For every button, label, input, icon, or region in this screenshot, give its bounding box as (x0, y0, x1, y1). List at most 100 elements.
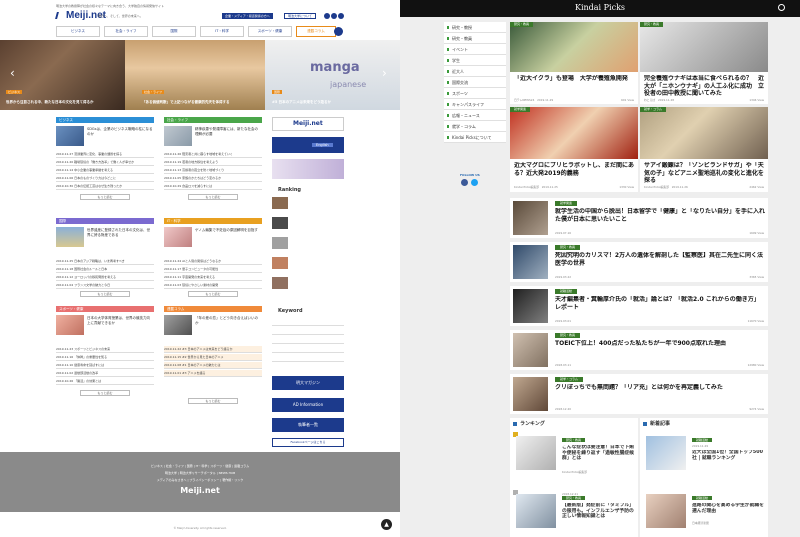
facebook-icon[interactable] (331, 13, 337, 19)
article-card[interactable]: 就学・コラム サアイ鍛錬は？「ゾンビランドサガ」や「天気の子」などアニメ聖地巡礼… (640, 107, 768, 192)
article-title[interactable]: こんな症状は要注意！日本で下痢や便秘を繰り返す「過敏性腸症候群」とは (562, 445, 634, 467)
article-image[interactable] (510, 22, 638, 72)
list-item[interactable]: 就学関連 就学生活の中国から脱出！日本留学で「健康」と「なりたい自分」を手に入れ… (510, 198, 768, 238)
article-image[interactable] (640, 107, 768, 159)
nav-item[interactable]: 国際交流 (444, 77, 506, 88)
list-item[interactable]: 2019.11.08 #1 日本のアニメの魅力とは (164, 362, 262, 369)
authors-button[interactable]: 執筆者一覧 (272, 418, 344, 432)
facebook-icon[interactable] (461, 179, 468, 186)
ad-info-button[interactable]: AD Information (272, 398, 344, 412)
article-thumb[interactable] (516, 436, 556, 470)
article-title[interactable]: 近大は全国1位！全国トップ500社 | 就職ランキング (692, 450, 764, 472)
list-item[interactable]: 2019.11.17 量子コンピュータの可能性 (164, 266, 262, 273)
article-image[interactable] (510, 107, 638, 159)
section-title[interactable]: SDGsは、企業のビジネス戦略の柱になるのか (87, 127, 153, 136)
article-thumb[interactable] (646, 494, 686, 528)
section-header[interactable]: スポーツ・健康 (56, 306, 154, 312)
section-title[interactable]: 精神疾患や発達障害には、新たな社会の理解が必要 (195, 127, 261, 136)
list-item[interactable]: 2019.10.26 「腸活」の効果とは (56, 378, 154, 385)
site-title[interactable]: Kindai Picks (400, 3, 800, 12)
ranking-thumb[interactable] (272, 257, 288, 269)
article-title[interactable]: 【最新版】発症前に「タミフル」の服用も。インフルエンザ予防の正しい情報知識とは (562, 503, 634, 525)
magazine-button[interactable]: 明大マガジン (272, 376, 344, 390)
section-header[interactable]: 国際 (56, 218, 154, 224)
category-label[interactable]: 研究・教員 (510, 22, 534, 27)
article-title[interactable]: 「近大イクラ」も登場 大学が養殖魚開発 (514, 75, 636, 91)
section-title[interactable]: 日本の大学体育授業は、世界の競技力向上に貢献できるか (87, 316, 153, 325)
category-label[interactable]: 研究・教員 (555, 245, 581, 250)
category-label[interactable]: 研究・教員 (640, 22, 664, 27)
nav-item[interactable]: 研究・教員 (444, 33, 506, 44)
list-item[interactable]: 2019.11.26 障害者と共に暮らす地域を考えていく (164, 151, 262, 158)
list-item[interactable]: 2019.11.19 若者の地方移住を考えよう (164, 159, 262, 166)
article-title[interactable]: 近大マグロにブリヒラボットし、まだ間にある？近大発2019的義務 (514, 162, 636, 184)
article-thumb[interactable] (513, 333, 548, 367)
scroll-top-icon[interactable]: ▲ (381, 519, 392, 530)
article-title[interactable]: TOEIC下位上！400点だった私たちが一年で900点取れた理由 (555, 340, 765, 356)
list-item[interactable]: 研究・教員 死因究明のカリスマ！2万人の遺体を解剖した【監察医】其在二先生に同く… (510, 242, 768, 282)
section-title[interactable]: ゲノム編集で不妊症の原因解明を目指す (195, 228, 261, 233)
category-label[interactable]: 就学関連 (510, 107, 531, 112)
article-thumb[interactable] (513, 245, 548, 279)
ranking-thumb[interactable] (272, 237, 288, 249)
category-label[interactable]: 研究・教員 (562, 496, 586, 500)
category-label[interactable]: 就職活動 (555, 289, 578, 294)
list-item[interactable]: 2019.11.20 職場環境の「働き方改革」で働く人が幸せか (56, 159, 154, 166)
english-banner[interactable] (272, 137, 344, 153)
list-item[interactable]: 就職活動 天才編集者・箕輪厚介氏の「就活」論とは？「就活2.0 これからの働き方… (510, 286, 768, 326)
ranking-thumb[interactable] (272, 277, 288, 289)
list-item[interactable]: 2019.11.13 高齢者の孤立を防ぐ地域づくり (164, 167, 262, 174)
section-title[interactable]: 世界遺産に登録された日本の文化は、世界に誇る財産である (87, 228, 153, 237)
section-title[interactable]: 「年の差の恋」とどう向き合えばいいのか (195, 316, 261, 325)
category-label[interactable]: 就学・コラム (640, 107, 666, 112)
category-label[interactable]: 就学・コラム (555, 377, 583, 382)
sidebar-brand[interactable]: Meiji.net (272, 117, 344, 131)
nav-column[interactable]: 連載コラム (296, 26, 336, 37)
footer-links-2[interactable]: 明治大学 | 明治大学リサーチポータル | NEWS HUB (0, 471, 400, 475)
twitter-icon[interactable] (324, 13, 330, 19)
sidebar-banner[interactable] (272, 159, 344, 179)
article-title[interactable]: 死因究明のカリスマ！2万人の遺体を解剖した【監察医】其在二先生に同く法医学の世界 (555, 252, 765, 268)
section-image[interactable] (164, 126, 192, 146)
list-item[interactable]: 2019.11.18 国際社会のルールと日本 (56, 266, 154, 273)
nav-item[interactable]: キャンパスライフ (444, 99, 506, 110)
category-label[interactable]: 研究・教員 (555, 333, 581, 338)
footer-logo[interactable]: Meiji.net (0, 486, 400, 495)
section-image[interactable] (56, 227, 84, 247)
category-label[interactable]: 就職活動 (692, 438, 713, 442)
list-item[interactable]: 2019.11.24 AIと人間の関係はどうなるか (164, 258, 262, 265)
list-item[interactable]: 2019.11.12 ヨーロッパの移民問題を考える (56, 274, 154, 281)
section-header[interactable]: IT・科学 (164, 218, 262, 224)
nav-society[interactable]: 社会・ライフ (104, 26, 148, 37)
section-image[interactable] (56, 126, 84, 146)
ranking-thumb[interactable] (272, 217, 288, 229)
section-image[interactable] (56, 315, 84, 335)
nav-business[interactable]: ビジネス (56, 26, 100, 37)
nav-international[interactable]: 国際 (152, 26, 196, 37)
more-button[interactable]: もっと読む (188, 194, 238, 200)
nav-item[interactable]: 学生 (444, 55, 506, 66)
search-icon[interactable] (334, 27, 343, 36)
keyword-list[interactable] (272, 317, 344, 365)
nav-it[interactable]: IT・科学 (200, 26, 244, 37)
section-header[interactable]: 連載コラム (164, 306, 262, 312)
nav-item[interactable]: イベント (444, 44, 506, 55)
article-thumb[interactable] (513, 201, 548, 235)
twitter-icon[interactable] (471, 179, 478, 186)
list-item[interactable]: 2019.11.27 流通業界に変化、事業の課題を探る (56, 151, 154, 158)
list-item[interactable]: 2019.10.30 日本の伝統工芸はなぜ生き残ったか (56, 183, 154, 190)
section-image[interactable] (164, 315, 192, 335)
more-button[interactable]: もっと読む (80, 194, 130, 200)
hero-prev-arrow-icon[interactable]: ‹ (10, 66, 15, 80)
article-thumb[interactable] (513, 377, 548, 411)
nav-item[interactable]: Kindai Picksについて (444, 132, 506, 143)
footer-links-3[interactable]: メディアのみなさまへ | プライバシーポリシー | 著作権・リンク (0, 478, 400, 482)
section-image[interactable] (164, 227, 192, 247)
search-icon[interactable] (778, 4, 785, 11)
more-button[interactable]: もっと読む (188, 291, 238, 297)
nav-item[interactable]: スポーツ (444, 88, 506, 99)
list-item[interactable]: 2019.11.02 運動部活動の改革 (56, 370, 154, 377)
article-card[interactable]: 研究・教員 完全養殖ウナギは本当に食べられるの？ 近大が「ニホンウナギ」の人工ふ… (640, 22, 768, 104)
list-item[interactable]: 研究・教員 TOEIC下位上！400点だった私たちが一年で900点取れた理由 2… (510, 330, 768, 370)
more-button[interactable]: もっと読む (188, 398, 238, 404)
